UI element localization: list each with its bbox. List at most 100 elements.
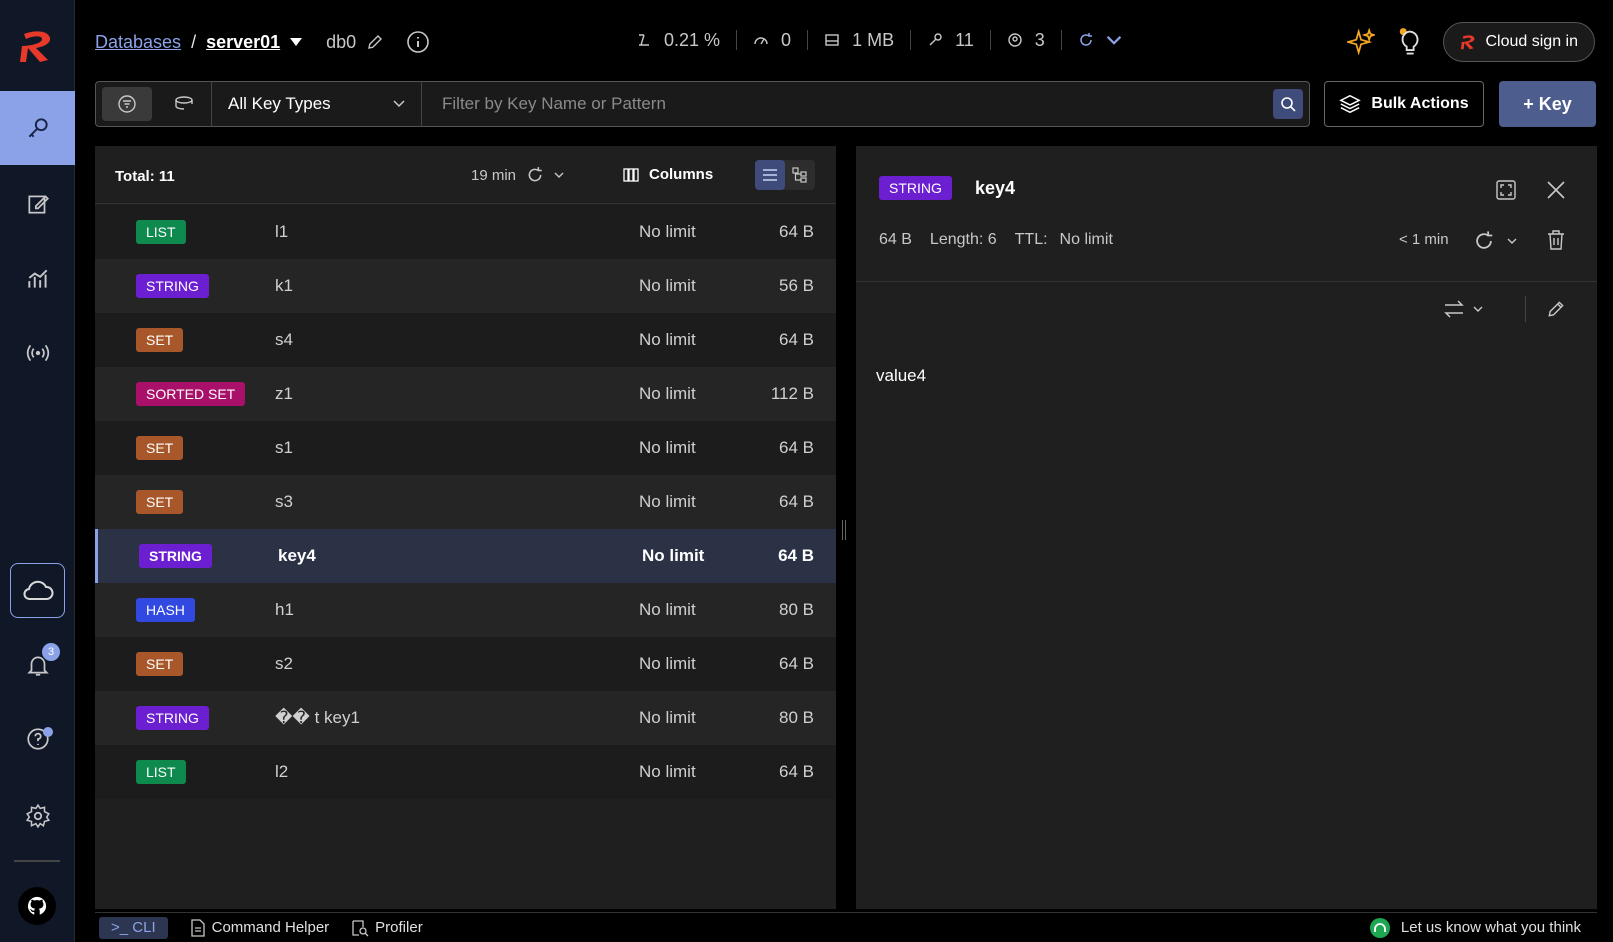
cli-button[interactable]: >_ CLI (99, 916, 168, 939)
key-row[interactable]: LIST l1 No limit 64 B (95, 205, 836, 259)
stat-cpu-value: 0.21 % (664, 29, 721, 50)
key-list-header: Total: 11 19 min Columns (95, 146, 836, 204)
github-link[interactable] (18, 887, 56, 925)
redis-logo[interactable] (18, 26, 58, 66)
key-name[interactable]: key4 (975, 178, 1015, 199)
columns-button[interactable]: Columns (623, 166, 713, 183)
list-view-button[interactable] (755, 160, 785, 190)
key-row[interactable]: SORTED SET z1 No limit 112 B (95, 367, 836, 421)
value-format-select[interactable] (1440, 296, 1486, 322)
sidebar-item-browser[interactable] (0, 91, 75, 165)
profiler-button[interactable]: Profiler (351, 919, 423, 937)
key-row[interactable]: SET s4 No limit 64 B (95, 313, 836, 367)
refresh-icon (1080, 33, 1092, 46)
key-row[interactable]: STRING key4 No limit 64 B (95, 529, 836, 583)
key-name: s1 (275, 438, 293, 457)
feedback-label: Let us know what you think (1400, 919, 1581, 936)
tree-icon (792, 167, 807, 183)
bulk-actions-label: Bulk Actions (1371, 95, 1469, 112)
key-name: l1 (275, 222, 289, 241)
sidebar-cloud-button[interactable] (10, 563, 65, 618)
auto-refresh-control[interactable] (1062, 30, 1138, 50)
key-ttl: No limit (639, 330, 696, 349)
key-filter-input[interactable]: Filter by Key Name or Pattern (422, 82, 1309, 126)
sidebar-item-settings[interactable] (0, 779, 75, 853)
key-ttl-label: TTL: (1014, 231, 1048, 248)
lightbulb-icon[interactable] (1395, 27, 1423, 57)
close-details-button[interactable] (1544, 178, 1568, 202)
bulk-actions-button[interactable]: Bulk Actions (1324, 81, 1484, 127)
key-row[interactable]: SET s2 No limit 64 B (95, 637, 836, 691)
edit-value-button[interactable] (1544, 296, 1568, 322)
view-mode-toggle (755, 160, 815, 190)
breadcrumb-separator: / (191, 31, 197, 52)
sidebar-item-workbench[interactable] (0, 167, 75, 241)
key-filter-bar: All Key Types Filter by Key Name or Patt… (95, 81, 1310, 127)
key-type-badge: LIST (136, 220, 186, 244)
user-circle-icon (1008, 33, 1022, 47)
add-key-button[interactable]: + Key (1499, 81, 1596, 127)
breadcrumb: Databases / server01 db0 (95, 30, 430, 54)
pencil-icon[interactable] (366, 33, 384, 51)
delete-key-button[interactable] (1544, 228, 1568, 252)
search-button[interactable] (1273, 89, 1303, 119)
key-row[interactable]: SET s3 No limit 64 B (95, 475, 836, 529)
sparkle-ai-icon[interactable] (1346, 28, 1375, 56)
caret-down-icon[interactable] (290, 38, 303, 46)
key-name: �� t key1 (275, 708, 360, 727)
key-row[interactable]: STRING �� t key1 No limit 80 B (95, 691, 836, 745)
sidebar-item-analysis[interactable] (0, 242, 75, 316)
info-icon[interactable] (406, 30, 430, 54)
feedback-link[interactable]: Let us know what you think (1369, 917, 1581, 939)
chevron-down-icon (1507, 238, 1517, 244)
index-search-button[interactable] (160, 87, 210, 121)
key-name: s4 (275, 330, 293, 349)
search-mode-toggle (96, 82, 212, 126)
stat-ops: 0 (737, 30, 809, 50)
tree-view-button[interactable] (785, 160, 815, 190)
trash-icon (1548, 230, 1564, 250)
profiler-search-icon (352, 919, 369, 936)
key-type-badge: SET (136, 328, 184, 352)
command-helper-button[interactable]: Command Helper (190, 918, 330, 937)
key-list-panel: Total: 11 19 min Columns LIST l1 No limit 6… (95, 146, 836, 909)
key-ttl-value[interactable]: No limit (1060, 231, 1113, 249)
key-type-badge: SET (136, 436, 184, 460)
command-helper-label: Command Helper (211, 919, 330, 936)
key-value-text[interactable]: value4 (876, 366, 926, 386)
key-name: l2 (275, 762, 289, 781)
profiler-label: Profiler (375, 919, 423, 936)
list-refresh-control[interactable]: 19 min (471, 166, 564, 184)
sidebar-divider (14, 860, 60, 862)
sidebar: 3 (0, 0, 75, 942)
sidebar-item-pubsub[interactable] (0, 316, 75, 390)
list-last-refresh: 19 min (471, 166, 517, 184)
key-size: 56 B (779, 276, 814, 295)
panel-resize-handle[interactable] (842, 520, 846, 540)
filter-mode-button[interactable] (102, 87, 152, 121)
key-row[interactable]: LIST l2 No limit 64 B (95, 745, 836, 799)
key-row[interactable]: STRING k1 No limit 56 B (95, 259, 836, 313)
cloud-sign-in-button[interactable]: Cloud sign in (1442, 22, 1595, 62)
key-refresh-control[interactable] (1469, 228, 1521, 254)
fullscreen-button[interactable] (1494, 178, 1518, 202)
sidebar-item-help[interactable] (0, 702, 75, 776)
key-row[interactable]: SET s1 No limit 64 B (95, 421, 836, 475)
breadcrumb-databases-link[interactable]: Databases (95, 32, 181, 53)
database-index: db0 (326, 31, 357, 52)
key-type-badge: STRING (879, 176, 952, 200)
sidebar-item-notifications[interactable] (0, 628, 75, 702)
breadcrumb-server-select[interactable]: server01 (206, 32, 280, 53)
key-type-select[interactable]: All Key Types (212, 82, 422, 126)
analytics-icon (27, 269, 47, 288)
broadcast-icon (26, 344, 49, 362)
key-size: 64 B (779, 654, 814, 673)
key-list: LIST l1 No limit 64 B STRING k1 No limit 56 B SE… (95, 205, 836, 799)
stat-memory-value: 1 MB (852, 29, 895, 50)
key-length: Length: 6 (929, 231, 997, 248)
stat-clients: 3 (991, 30, 1062, 50)
total-keys-count: Total: 11 (115, 168, 175, 185)
stat-keys: 11 (911, 30, 991, 50)
details-divider (856, 281, 1597, 282)
key-row[interactable]: HASH h1 No limit 80 B (95, 583, 836, 637)
